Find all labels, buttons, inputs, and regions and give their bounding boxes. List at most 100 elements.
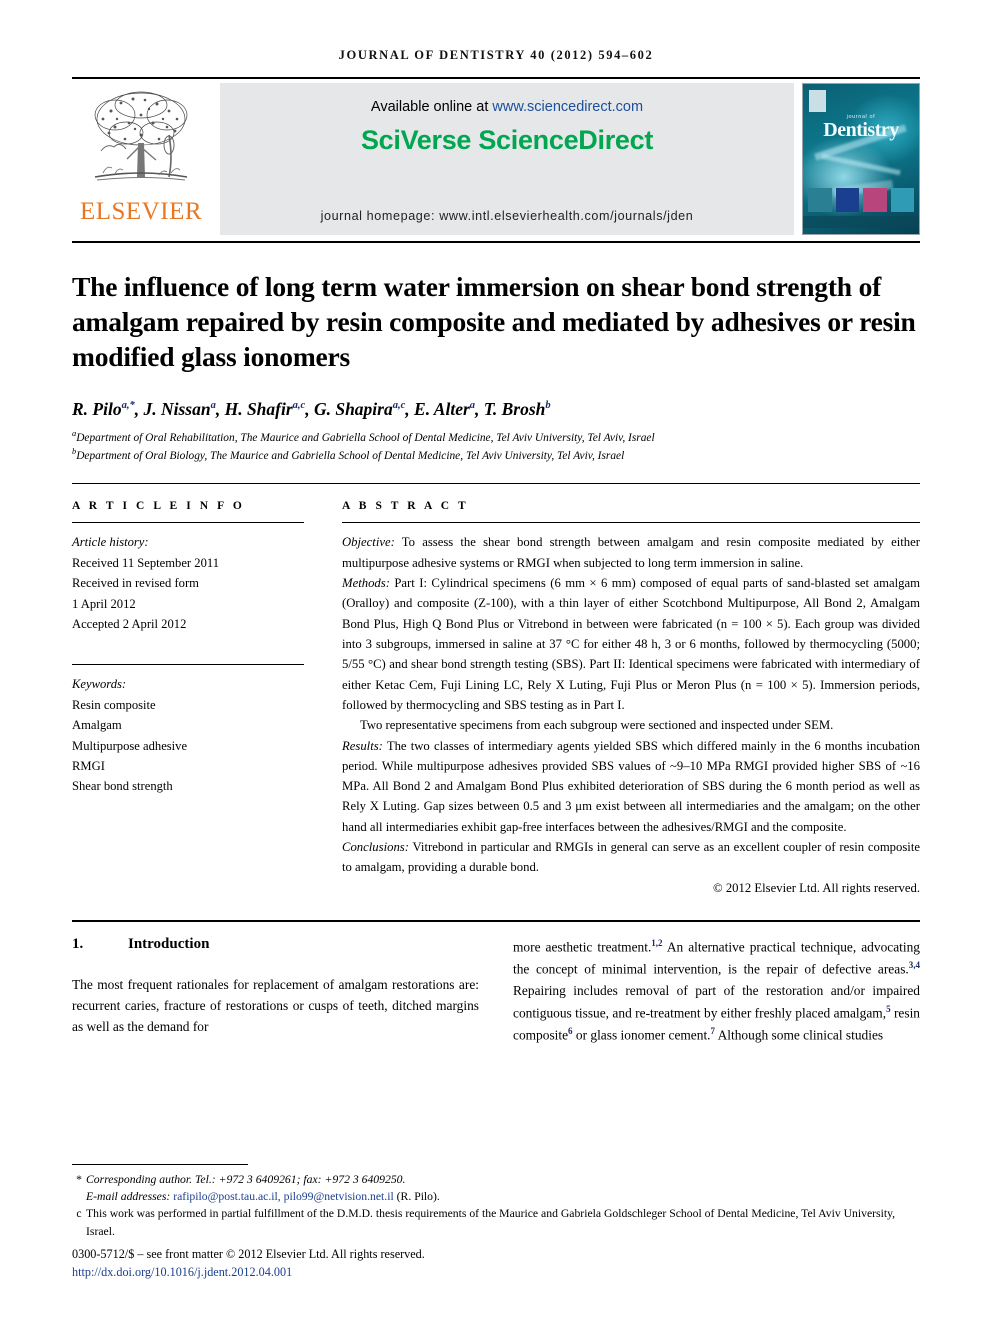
cover-cell [863, 188, 887, 212]
affiliation-list: aDepartment of Oral Rehabilitation, The … [72, 428, 920, 466]
keyword-item: Resin composite [72, 697, 156, 712]
introduction-text-left: The most frequent rationales for replace… [72, 975, 479, 1038]
methods-text: Part I: Cylindrical specimens (6 mm × 6 … [342, 576, 920, 712]
keyword-item: RMGI [72, 758, 105, 773]
abstract-objective: Objective: To assess the shear bond stre… [342, 532, 920, 573]
article-history: Article history: Received 11 September 2… [72, 523, 304, 634]
sciencedirect-banner: Available online at www.sciencedirect.co… [220, 83, 794, 235]
email-suffix: (R. Pilo). [393, 1189, 440, 1203]
journal-homepage-line[interactable]: journal homepage: www.intl.elsevierhealt… [321, 209, 694, 223]
info-section-rule [72, 483, 920, 485]
objective-text: To assess the shear bond strength betwee… [342, 535, 920, 570]
sciverse-sciencedirect-logo[interactable]: SciVerse ScienceDirect [361, 125, 653, 156]
introduction-heading: 1. Introduction [72, 936, 479, 953]
sciencedirect-link[interactable]: www.sciencedirect.com [492, 99, 643, 115]
footnote-thesis-note: c This work was performed in partial ful… [72, 1205, 920, 1240]
body-section-rule [72, 920, 920, 922]
abstract-conclusions: Conclusions: Vitrebond in particular and… [342, 837, 920, 878]
cover-title: Dentistry [823, 119, 899, 141]
history-item: Accepted 2 April 2012 [72, 616, 187, 631]
section-number: 1. [72, 936, 84, 952]
masthead-rule [72, 241, 920, 243]
body-column-right: more aesthetic treatment.1,2 An alternat… [513, 936, 920, 1046]
results-label: Results: [342, 738, 383, 753]
author-marks: a,c [292, 399, 306, 411]
affiliation-text: Department of Oral Biology, The Maurice … [76, 450, 625, 463]
article-info-column: A R T I C L E I N F O Article history: R… [72, 500, 304, 898]
elsevier-wordmark: ELSEVIER [79, 198, 203, 225]
abstract-body: Objective: To assess the shear bond stre… [342, 523, 920, 898]
running-head: JOURNAL OF DENTISTRY 40 (2012) 594–602 [338, 48, 654, 62]
keywords-list: Keywords: Resin composite Amalgam Multip… [72, 665, 304, 796]
article-page: JOURNAL OF DENTISTRY 40 (2012) 594–602 E… [0, 0, 992, 1323]
reference-superscript[interactable]: 5 [886, 1004, 891, 1014]
author-marks: a,* [121, 399, 135, 411]
methods-label: Methods: [342, 576, 390, 590]
section-title: Introduction [128, 936, 210, 952]
article-info-heading: A R T I C L E I N F O [72, 500, 245, 513]
abstract-column: A B S T R A C T Objective: To assess the… [342, 500, 920, 898]
asterisk-icon: * [76, 1172, 82, 1186]
elsevier-tree-icon [94, 91, 188, 181]
abstract-copyright: © 2012 Elsevier Ltd. All rights reserved… [713, 880, 920, 895]
footnote-emails: E-mail addresses: rafipilo@post.tau.ac.i… [72, 1188, 920, 1205]
elsevier-logo: ELSEVIER [72, 83, 210, 235]
keywords-label: Keywords: [72, 677, 127, 692]
cover-cell [808, 188, 832, 212]
results-text: The two classes of intermediary agents y… [342, 738, 920, 834]
author-name: R. Pilo [72, 398, 122, 419]
abstract-sem: Two representative specimens from each s… [360, 718, 834, 733]
author-marks: b [545, 399, 551, 411]
reference-superscript[interactable]: 1,2 [651, 938, 662, 948]
history-item: Received 11 September 2011 [72, 555, 219, 570]
header-rule [72, 77, 920, 79]
author-marks: a [210, 399, 216, 411]
email-label: E-mail addresses: [86, 1189, 174, 1203]
author-name: H. Shafir [224, 398, 293, 419]
author-list: R. Piloa,*, J. Nissana, H. Shafira,c, G.… [72, 398, 551, 419]
article-history-label: Article history: [72, 535, 149, 550]
journal-cover-thumbnail[interactable]: journal of Dentistry [802, 83, 920, 235]
cover-image-strip [808, 188, 914, 212]
conclusions-text: Vitrebond in particular and RMGIs in gen… [342, 840, 920, 875]
reference-superscript[interactable]: 3,4 [909, 960, 920, 970]
reference-superscript[interactable]: 7 [711, 1026, 716, 1036]
author-name: J. Nissan [143, 398, 211, 419]
footnote-rule [72, 1163, 248, 1165]
available-online-prefix: Available online at [370, 99, 493, 115]
cover-cell [890, 188, 914, 212]
introduction-text-right: more aesthetic treatment.1,2 An alternat… [513, 936, 920, 1046]
email-link[interactable]: rafipilo@post.tau.ac.il, pilo99@netvisio… [173, 1190, 394, 1203]
author-name: T. Brosh [483, 398, 546, 419]
corresponding-author-text: Corresponding author. Tel.: +972 3 64092… [86, 1172, 406, 1186]
history-item: 1 April 2012 [72, 596, 136, 611]
body-columns: 1. Introduction The most frequent ration… [72, 936, 920, 1046]
footnotes: * Corresponding author. Tel.: +972 3 640… [72, 1163, 920, 1281]
cover-publisher-logo [809, 90, 826, 112]
doi-link[interactable]: http://dx.doi.org/10.1016/j.jdent.2012.0… [72, 1263, 920, 1281]
doi-anchor[interactable]: http://dx.doi.org/10.1016/j.jdent.2012.0… [72, 1265, 292, 1279]
abstract-methods: Methods: Part I: Cylindrical specimens (… [342, 573, 920, 715]
affiliation-text: Department of Oral Rehabilitation, The M… [76, 431, 655, 444]
conclusions-label: Conclusions: [342, 840, 409, 855]
keyword-item: Shear bond strength [72, 779, 173, 794]
issn-line: 0300-5712/$ – see front matter © 2012 El… [72, 1246, 425, 1261]
thesis-note-text: This work was performed in partial fulfi… [86, 1207, 896, 1238]
abstract-heading: A B S T R A C T [342, 500, 469, 513]
footnote-mark-c: c [76, 1207, 82, 1221]
affiliation-item: aDepartment of Oral Rehabilitation, The … [72, 428, 920, 447]
keyword-item: Multipurpose adhesive [72, 738, 188, 753]
author-marks: a [469, 399, 476, 411]
author-marks: a,c [392, 399, 406, 411]
available-online-line: Available online at www.sciencedirect.co… [371, 99, 643, 115]
objective-label: Objective: [342, 535, 395, 550]
history-item: Received in revised form [72, 576, 199, 591]
masthead: ELSEVIER Available online at www.science… [72, 83, 920, 235]
reference-superscript[interactable]: 6 [568, 1026, 573, 1036]
author-name: E. Alter [414, 398, 470, 419]
affiliation-item: bDepartment of Oral Biology, The Maurice… [72, 446, 920, 465]
paragraph: more aesthetic treatment.1,2 An alternat… [513, 938, 920, 1043]
cover-footer-band [803, 216, 919, 228]
body-column-left: 1. Introduction The most frequent ration… [72, 936, 479, 1046]
